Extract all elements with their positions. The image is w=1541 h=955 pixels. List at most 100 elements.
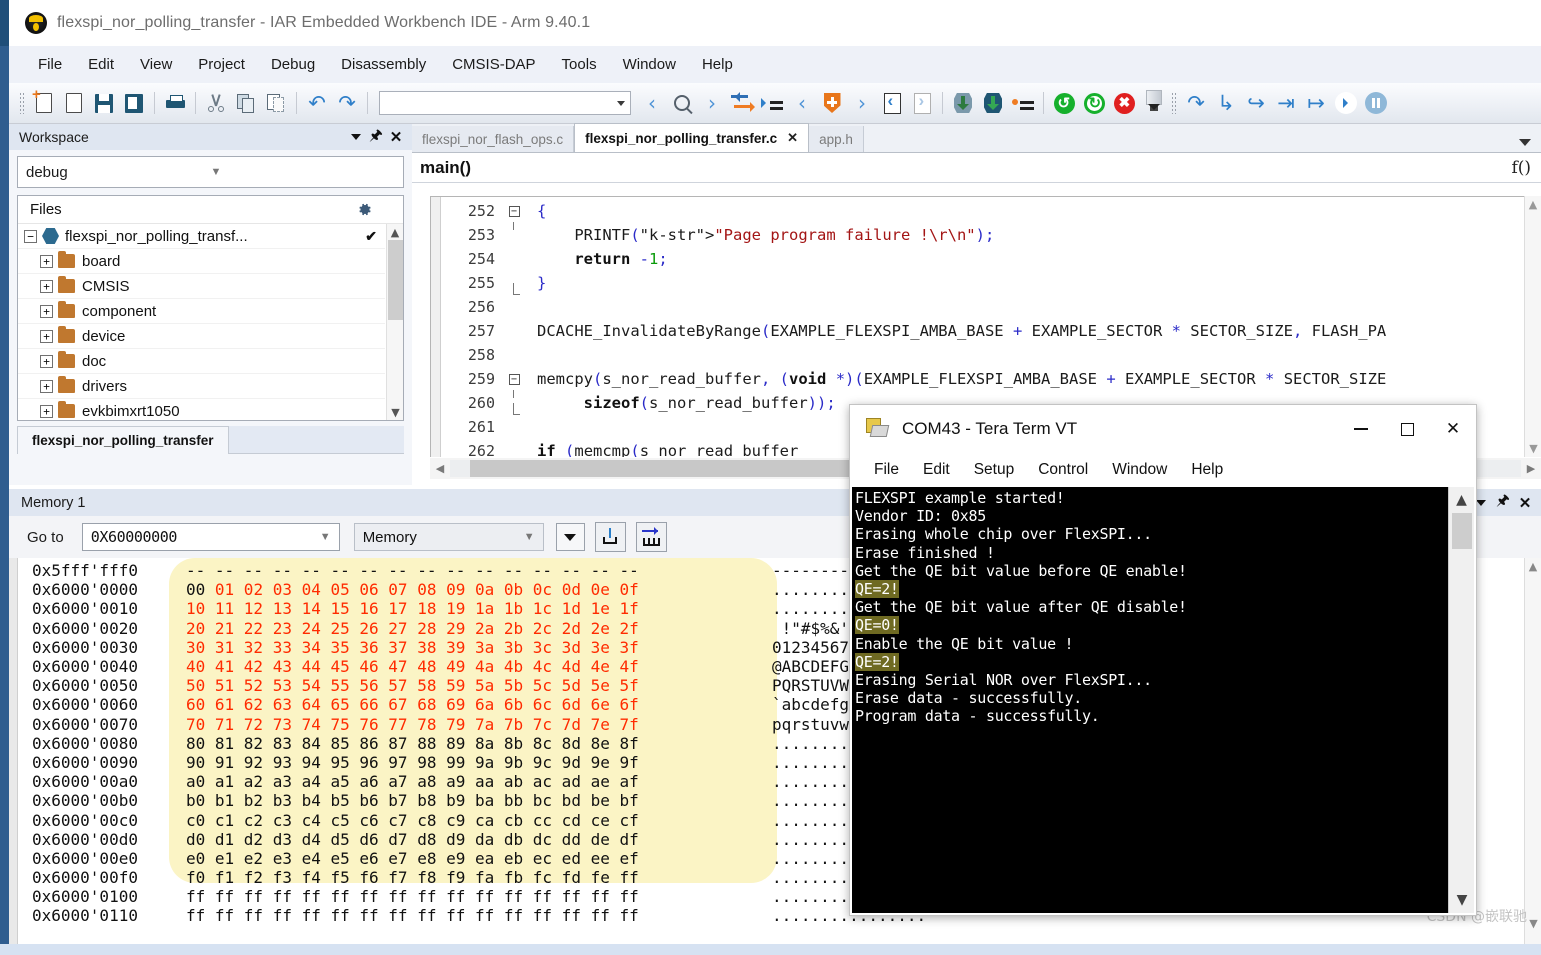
new-document-icon[interactable] [29,87,59,118]
teraterm-menu-file[interactable]: File [862,458,911,482]
step-over-icon[interactable]: ↷ [1181,88,1211,118]
teraterm-menu-control[interactable]: Control [1026,458,1100,482]
expand-toggle-icon[interactable]: + [40,354,53,368]
next-bookmark-icon[interactable]: › [847,88,877,118]
workspace-menu-caret-icon[interactable] [346,127,366,147]
menu-tools[interactable]: Tools [549,52,610,77]
reset-icon[interactable]: ↻ [1079,88,1109,118]
scroll-thumb[interactable] [388,240,403,320]
expand-toggle-icon[interactable]: + [40,379,53,393]
terminal-scrollbar[interactable]: ▲ ▼ [1448,487,1474,913]
code-line[interactable]: 259− memcpy(s_nor_read_buffer, (void *)(E… [441,367,1524,398]
minimize-button[interactable] [1338,409,1384,449]
toolbar-grip-2[interactable] [1171,92,1178,114]
go-to-definition-icon[interactable] [727,88,757,118]
scroll-down-icon[interactable]: ▼ [1525,440,1541,457]
tree-node-component[interactable]: + component [18,299,385,324]
find-icon[interactable] [667,88,697,118]
goto-address-input[interactable]: 0X60000000 ▼ [81,523,340,551]
editor-tabs-overflow-icon[interactable] [1519,139,1531,146]
maximize-button[interactable] [1384,409,1430,449]
memory-zone-select[interactable]: Memory ▼ [353,523,544,551]
workspace-config-select[interactable]: debug ▼ [17,156,404,188]
navigate-back-icon[interactable]: ‹ [637,88,667,118]
toggle-breakpoint-icon[interactable] [817,88,847,118]
go-icon[interactable] [1331,88,1361,118]
redo-icon[interactable]: ↷ [332,88,362,118]
make-icon[interactable] [948,88,978,118]
teraterm-menu-window[interactable]: Window [1100,458,1179,482]
next-statement-icon[interactable]: ⇥ [1271,88,1301,118]
menu-project[interactable]: Project [185,52,258,77]
break-icon[interactable] [1361,88,1391,118]
chevron-down-icon[interactable]: ▼ [320,531,331,543]
menu-edit[interactable]: Edit [75,52,127,77]
code-line[interactable]: 254 return -1; [441,247,1524,271]
navigate-forward-icon[interactable]: › [697,88,727,118]
menu-disassembly[interactable]: Disassembly [328,52,439,77]
code-line[interactable]: 256 [441,295,1524,319]
memory-pin-icon[interactable]: 🖈 [1493,491,1513,513]
build-log-icon[interactable] [1008,88,1038,118]
scroll-up-icon[interactable]: ▲ [387,224,403,240]
code-line[interactable]: 258 [441,343,1524,367]
scroll-left-icon[interactable]: ◀ [430,462,450,475]
expand-toggle-icon[interactable]: + [40,304,53,318]
workspace-pin-icon[interactable]: 🖈 [366,126,386,147]
editor-tab-app-h[interactable]: app.h [809,126,864,152]
next-file-icon[interactable] [907,88,937,118]
previous-bookmark-icon[interactable]: ‹ [787,88,817,118]
editor-tab-flexspi-nor-polling-transfer[interactable]: flexspi_nor_polling_transfer.c ✕ [574,123,810,152]
step-out-icon[interactable]: ↪ [1241,88,1271,118]
menu-debug[interactable]: Debug [258,52,328,77]
menu-file[interactable]: File [25,52,75,77]
tree-node-board[interactable]: + board [18,249,385,274]
collapse-toggle-icon[interactable]: − [24,229,37,243]
cut-icon[interactable] [201,88,231,118]
memory-close-icon[interactable]: ✕ [1515,493,1535,513]
hscroll-thumb[interactable] [470,460,860,477]
menu-view[interactable]: View [127,52,185,77]
editor-vertical-scrollbar[interactable]: ▲ ▼ [1524,196,1541,457]
tree-root-node[interactable]: − flexspi_nor_polling_transf... ✔ [18,224,385,249]
menu-help[interactable]: Help [689,52,746,77]
menu-window[interactable]: Window [610,52,689,77]
step-into-icon[interactable]: ↳ [1211,88,1241,118]
tree-node-device[interactable]: + device [18,324,385,349]
fold-marker[interactable]: − [503,373,525,398]
gear-icon[interactable] [356,201,373,218]
tree-node-doc[interactable]: + doc [18,349,385,374]
quick-search-combo[interactable] [379,91,631,115]
scroll-right-icon[interactable]: ▶ [1521,462,1541,475]
teraterm-menu-help[interactable]: Help [1179,458,1235,482]
teraterm-menu-edit[interactable]: Edit [911,458,962,482]
run-to-cursor-icon[interactable]: ↦ [1301,88,1331,118]
memory-fill-icon[interactable] [594,522,626,552]
save-icon[interactable] [89,88,119,118]
workspace-close-icon[interactable]: ✕ [386,127,406,147]
undo-icon[interactable]: ↶ [302,88,332,118]
memory-save-icon[interactable] [635,522,667,552]
open-document-icon[interactable] [59,88,89,118]
scroll-up-icon[interactable]: ▲ [1449,487,1474,513]
tree-node-drivers[interactable]: + drivers [18,374,385,399]
reset-target-icon[interactable] [1139,88,1169,118]
teraterm-terminal[interactable]: FLEXSPI example started! Vendor ID: 0x85 E… [852,487,1474,913]
save-all-icon[interactable] [119,88,149,118]
scroll-thumb[interactable] [1452,513,1472,549]
previous-file-icon[interactable] [877,88,907,118]
function-navigator-icon[interactable]: f() [1511,158,1531,178]
toolbar-grip[interactable] [19,92,26,114]
tree-node-cmsis[interactable]: + CMSIS [18,274,385,299]
scroll-down-icon[interactable]: ▼ [1449,887,1474,913]
menu-cmsis-dap[interactable]: CMSIS-DAP [439,52,548,77]
close-button[interactable]: ✕ [1430,409,1476,449]
scroll-up-icon[interactable]: ▲ [1525,558,1541,575]
scroll-down-icon[interactable]: ▼ [387,404,403,420]
scroll-down-icon[interactable]: ▼ [1525,915,1541,932]
code-line[interactable]: 257 DCACHE_InvalidateByRange(EXAMPLE_FLEX… [441,319,1524,343]
expand-toggle-icon[interactable]: + [40,279,53,293]
paste-icon[interactable] [261,88,291,118]
scroll-up-icon[interactable]: ▲ [1525,196,1541,213]
download-and-debug-icon[interactable] [978,88,1008,118]
